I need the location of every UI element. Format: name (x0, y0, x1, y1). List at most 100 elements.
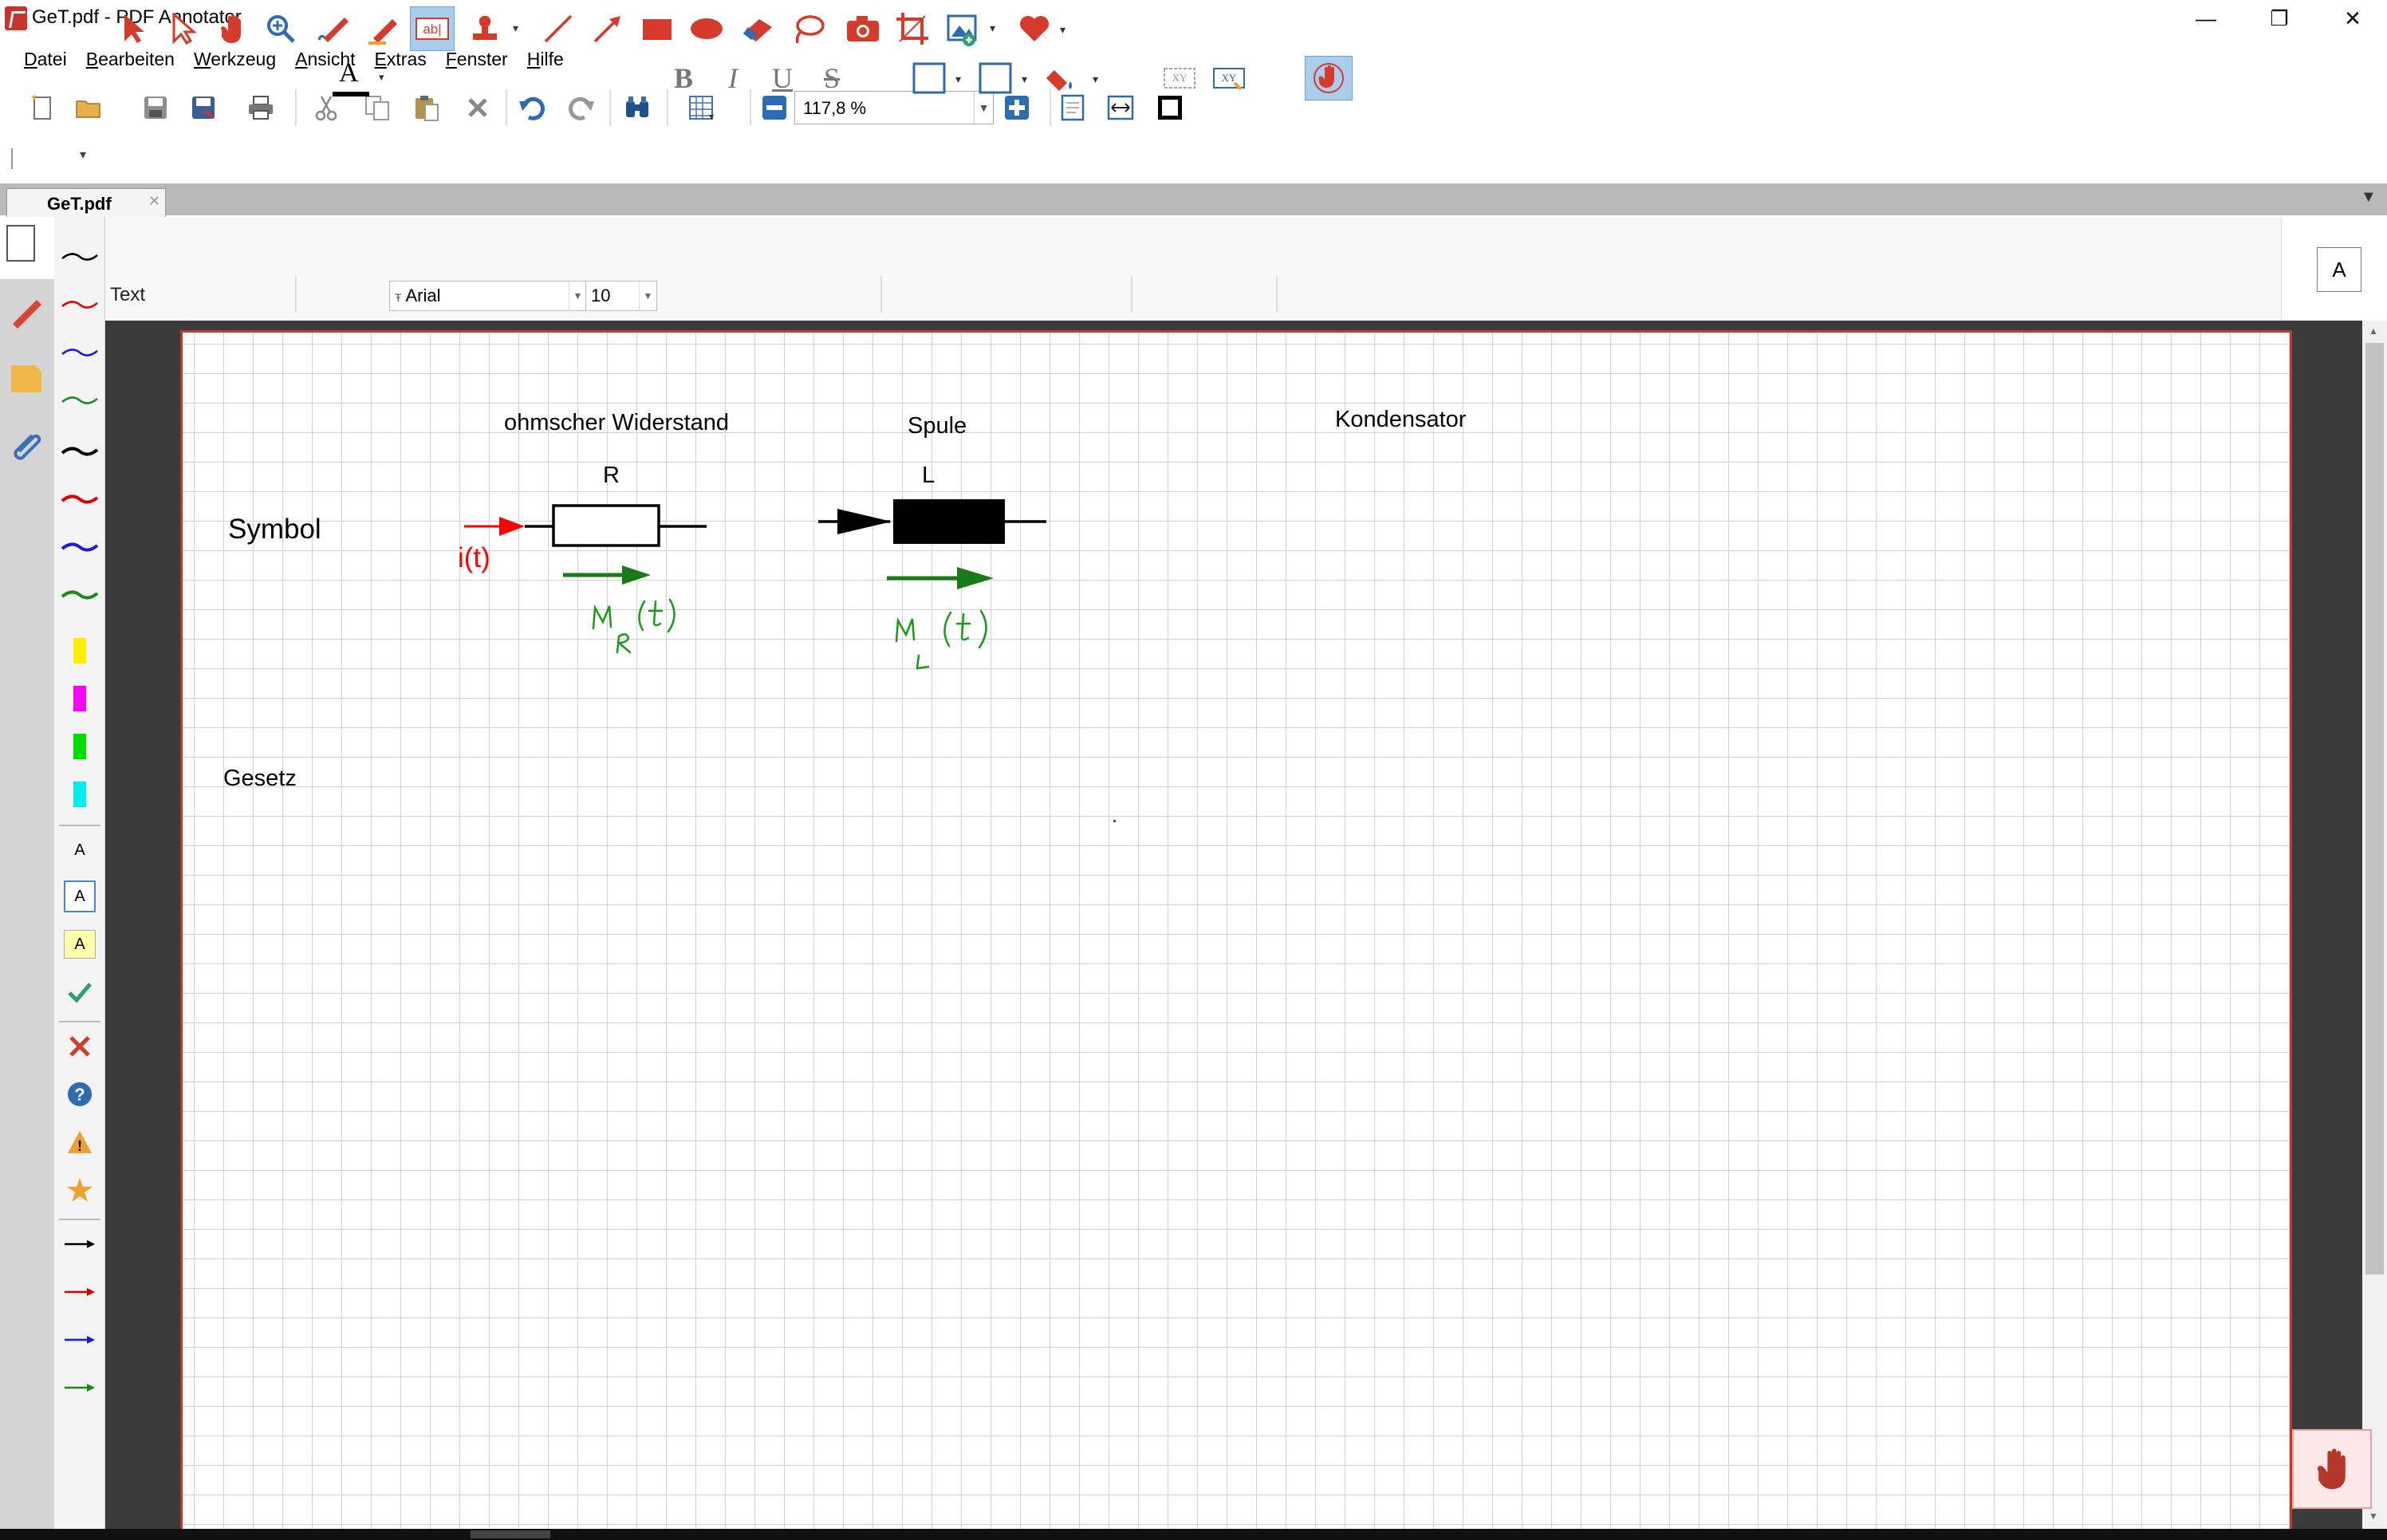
pen-tool-icon[interactable] (311, 6, 356, 51)
text-color-button[interactable]: A ▾ (322, 56, 384, 100)
check-stamp-icon[interactable] (57, 971, 102, 1013)
menu-fenster[interactable]: Fenster (446, 49, 508, 70)
open-folder-icon[interactable] (69, 88, 108, 128)
question-stamp-icon[interactable]: ? (57, 1073, 102, 1115)
menu-hilfe[interactable]: Hilfe (527, 49, 564, 70)
horizontal-scroll-thumb[interactable] (471, 1530, 550, 1538)
favorite-highlighter-lime[interactable] (57, 726, 102, 767)
tool-mode-label: Text (110, 284, 146, 305)
underline-button[interactable]: U (762, 56, 802, 100)
favorite-text-highlighted[interactable]: A (57, 924, 102, 965)
close-icon[interactable]: ✕ (148, 193, 160, 210)
favorite-thick-pen-green[interactable] (57, 574, 102, 616)
menu-datei[interactable]: Datei (24, 49, 67, 70)
select-arrow-icon[interactable] (110, 6, 155, 51)
text-grow-icon[interactable]: XY (1207, 56, 1251, 100)
find-icon[interactable] (617, 88, 657, 128)
scroll-up-icon[interactable]: ▲ (2369, 325, 2378, 337)
favorite-highlighter-magenta[interactable] (57, 678, 102, 719)
text-tool-icon[interactable]: ab| (410, 6, 455, 51)
favorite-text-boxed[interactable]: A (57, 876, 102, 917)
notes-icon[interactable] (8, 360, 45, 397)
new-document-icon[interactable] (22, 88, 62, 128)
arrow-tool-icon[interactable] (585, 6, 630, 51)
chevron-down-icon[interactable]: ▾ (80, 147, 86, 163)
text-color-glyph: A (339, 58, 359, 88)
fill-box-button[interactable]: ▾ (975, 56, 1035, 100)
font-family-select[interactable]: Ŧ Arial ▼ (389, 281, 587, 311)
zoom-tool-icon[interactable] (258, 6, 303, 51)
favorite-pen-blue[interactable] (57, 332, 102, 373)
italic-button[interactable]: I (713, 56, 753, 100)
menu-werkzeug[interactable]: Werkzeug (194, 49, 276, 70)
touch-writing-icon[interactable] (1305, 56, 1353, 100)
paste-icon[interactable] (407, 88, 447, 128)
save-as-icon[interactable] (183, 88, 223, 128)
favorite-arrow-blue[interactable] (57, 1319, 102, 1361)
svg-text:▾: ▾ (513, 22, 518, 34)
strikethrough-button[interactable]: S (812, 56, 852, 100)
restore-button[interactable]: ❐ (2243, 0, 2316, 37)
attachment-icon[interactable] (8, 429, 45, 466)
delete-icon[interactable] (458, 88, 498, 128)
minimize-button[interactable]: — (2169, 0, 2243, 37)
favorite-thick-pen-red[interactable] (57, 479, 102, 520)
highlighter-tool-icon[interactable] (360, 6, 405, 51)
favorite-heart-icon[interactable]: ▾ (1013, 6, 1077, 51)
fill-color-bucket-icon[interactable]: ▾ (1042, 56, 1105, 100)
title-bar (0, 0, 2387, 37)
chevron-down-icon[interactable]: ▼ (639, 282, 656, 310)
svg-text:!: ! (77, 1138, 82, 1154)
text-shrink-icon[interactable]: XY (1158, 56, 1201, 100)
star-stamp-icon[interactable] (57, 1169, 102, 1211)
chevron-down-icon[interactable]: ▼ (569, 282, 586, 310)
scroll-down-icon[interactable]: ▼ (2369, 1510, 2378, 1522)
select-text-icon[interactable] (160, 6, 204, 51)
favorite-arrow-red[interactable] (57, 1271, 102, 1313)
floating-hand-tool-icon[interactable] (2292, 1429, 2372, 1509)
line-tool-icon[interactable] (536, 6, 581, 51)
insert-image-icon[interactable]: ▾ (941, 6, 1005, 51)
favorite-pen-red[interactable] (57, 284, 102, 325)
resistor-symbol (464, 504, 707, 547)
favorite-pen-green[interactable] (57, 380, 102, 421)
undo-icon[interactable] (512, 88, 552, 128)
crop-tool-icon[interactable] (890, 6, 935, 51)
app-logo-icon (5, 6, 27, 30)
print-icon[interactable] (241, 88, 281, 128)
favorite-highlighter-yellow[interactable] (57, 630, 102, 672)
scrollbar-thumb[interactable] (2365, 343, 2384, 1274)
stamp-tool-icon[interactable]: ▾ (463, 6, 526, 51)
rectangle-tool-icon[interactable] (635, 6, 679, 51)
ellipse-tool-icon[interactable] (684, 6, 729, 51)
hand-tool-icon[interactable] (209, 6, 254, 51)
pages-panel-icon[interactable] (6, 225, 35, 262)
save-icon[interactable] (136, 88, 175, 128)
text-style-preview[interactable]: A (2317, 247, 2361, 292)
fit-width-icon[interactable] (1101, 88, 1140, 128)
annotation-pen-icon[interactable] (8, 292, 45, 329)
tab-list-chevron-icon[interactable]: ▼ (2361, 188, 2377, 207)
favorite-thick-pen-blue[interactable] (57, 526, 102, 568)
redo-icon[interactable] (561, 88, 601, 128)
border-color-button[interactable]: ▾ (909, 56, 968, 100)
menu-extras[interactable]: Extras (375, 49, 427, 70)
menu-bearbeiten[interactable]: Bearbeiten (86, 49, 175, 70)
warning-stamp-icon[interactable]: ! (57, 1121, 102, 1163)
lasso-tool-icon[interactable] (786, 6, 831, 51)
svg-text:▾: ▾ (1060, 23, 1065, 36)
tab-document[interactable]: GeT.pdf (6, 188, 166, 217)
camera-tool-icon[interactable] (841, 6, 885, 51)
bold-button[interactable]: B (664, 56, 703, 100)
favorite-arrow-green[interactable] (57, 1367, 102, 1408)
font-size-select[interactable]: 10 ▼ (585, 281, 657, 311)
cross-stamp-icon[interactable] (57, 1026, 102, 1067)
stray-dot (1113, 820, 1116, 822)
favorite-highlighter-cyan[interactable] (57, 774, 102, 815)
eraser-tool-icon[interactable] (735, 6, 780, 51)
favorite-arrow-black[interactable] (57, 1223, 102, 1265)
favorite-thick-pen-black[interactable] (57, 431, 102, 472)
close-button[interactable]: ✕ (2316, 0, 2387, 37)
favorite-pen-black[interactable] (57, 236, 102, 278)
favorite-text-plain[interactable]: A (57, 829, 102, 871)
